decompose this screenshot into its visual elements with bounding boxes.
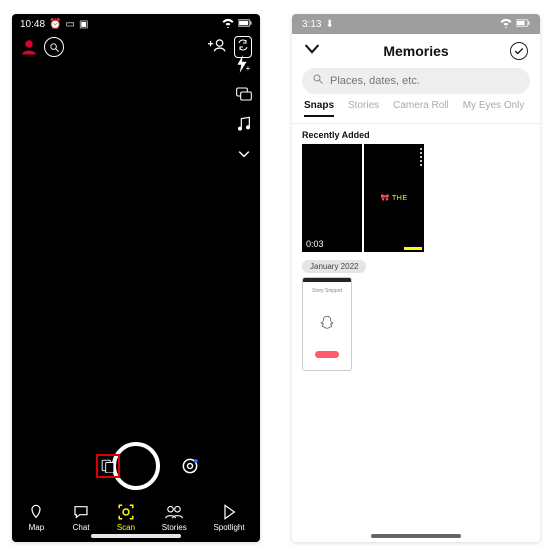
nav-chat-label: Chat: [73, 523, 90, 532]
snap-tile[interactable]: 🎀 THE: [364, 144, 424, 252]
alarm-icon: ⏰: [49, 19, 61, 30]
select-button[interactable]: [510, 42, 528, 60]
battery-icon: [238, 19, 252, 30]
month-chip: January 2022: [302, 260, 366, 273]
snap-tile[interactable]: 0:03: [302, 144, 362, 252]
battery-icon: [516, 19, 530, 30]
bottom-controls: Map Chat Scan Stories Spotlight: [12, 439, 260, 542]
nav-stories-label: Stories: [162, 523, 187, 532]
page-title: Memories: [383, 43, 448, 59]
map-icon: [27, 503, 45, 521]
nav-scan[interactable]: Scan: [117, 503, 135, 532]
tab-snaps[interactable]: Snaps: [304, 100, 334, 117]
search-input[interactable]: [330, 75, 520, 87]
tab-stories[interactable]: Stories: [348, 100, 379, 117]
tile-indicators: [420, 148, 422, 166]
tile-progress: [404, 247, 422, 250]
status-time: 10:48: [20, 19, 45, 30]
scan-icon: [117, 503, 135, 521]
add-friend-button[interactable]: [208, 38, 226, 57]
memories-button[interactable]: [96, 454, 120, 478]
window-icon: ▣: [79, 19, 88, 30]
nav-stories[interactable]: Stories: [162, 503, 187, 532]
close-chevron[interactable]: [304, 42, 322, 60]
snaps-grid: 0:03 🎀 THE: [292, 144, 540, 252]
nav-spotlight[interactable]: Spotlight: [213, 503, 244, 532]
nav-map-label: Map: [29, 523, 45, 532]
home-indicator: [371, 534, 461, 538]
home-indicator: [91, 534, 181, 538]
ghost-icon: [318, 314, 336, 332]
status-bar: 3:13 ⬇: [292, 14, 540, 34]
camera-screen: 10:48 ⏰ ▭ ▣: [12, 14, 260, 542]
camera-roll-item[interactable]: Story Snippet: [302, 277, 352, 371]
search-bar[interactable]: [302, 68, 530, 94]
top-bar: [12, 34, 260, 60]
dual-camera-button[interactable]: [234, 84, 254, 104]
camera-tools: +: [234, 54, 254, 164]
wifi-icon: [500, 18, 512, 31]
nav-chat[interactable]: Chat: [72, 503, 90, 532]
music-button[interactable]: [234, 114, 254, 134]
snap-duration: 0:03: [306, 239, 324, 249]
status-bar: 10:48 ⏰ ▭ ▣: [12, 14, 260, 34]
search-button[interactable]: [44, 37, 64, 57]
spotlight-icon: [220, 503, 238, 521]
memories-header: Memories: [292, 34, 540, 68]
profile-avatar[interactable]: [20, 38, 38, 56]
status-time: 3:13: [302, 19, 321, 30]
download-icon: ⬇: [325, 19, 333, 30]
flash-button[interactable]: +: [234, 54, 254, 74]
nav-spotlight-label: Spotlight: [213, 523, 244, 532]
camroll-caption: Story Snippet: [312, 288, 342, 294]
wifi-icon: [222, 18, 234, 31]
delete-pill: [315, 351, 339, 358]
nav-map[interactable]: Map: [27, 503, 45, 532]
tab-camera-roll[interactable]: Camera Roll: [393, 100, 449, 117]
cast-icon: ▭: [65, 19, 74, 30]
section-recently-added: Recently Added: [292, 124, 540, 144]
nav-scan-label: Scan: [117, 523, 135, 532]
lens-button[interactable]: [180, 456, 200, 476]
tab-my-eyes-only[interactable]: My Eyes Only: [463, 100, 525, 117]
stories-icon: [165, 503, 183, 521]
snap-label: 🎀 THE: [380, 194, 407, 202]
search-icon: [312, 72, 324, 90]
memories-tabs: Snaps Stories Camera Roll My Eyes Only: [292, 100, 540, 124]
more-tools-button[interactable]: [234, 144, 254, 164]
memories-screen: 3:13 ⬇ Memories Snaps Stories Camera: [292, 14, 540, 542]
chat-icon: [72, 503, 90, 521]
